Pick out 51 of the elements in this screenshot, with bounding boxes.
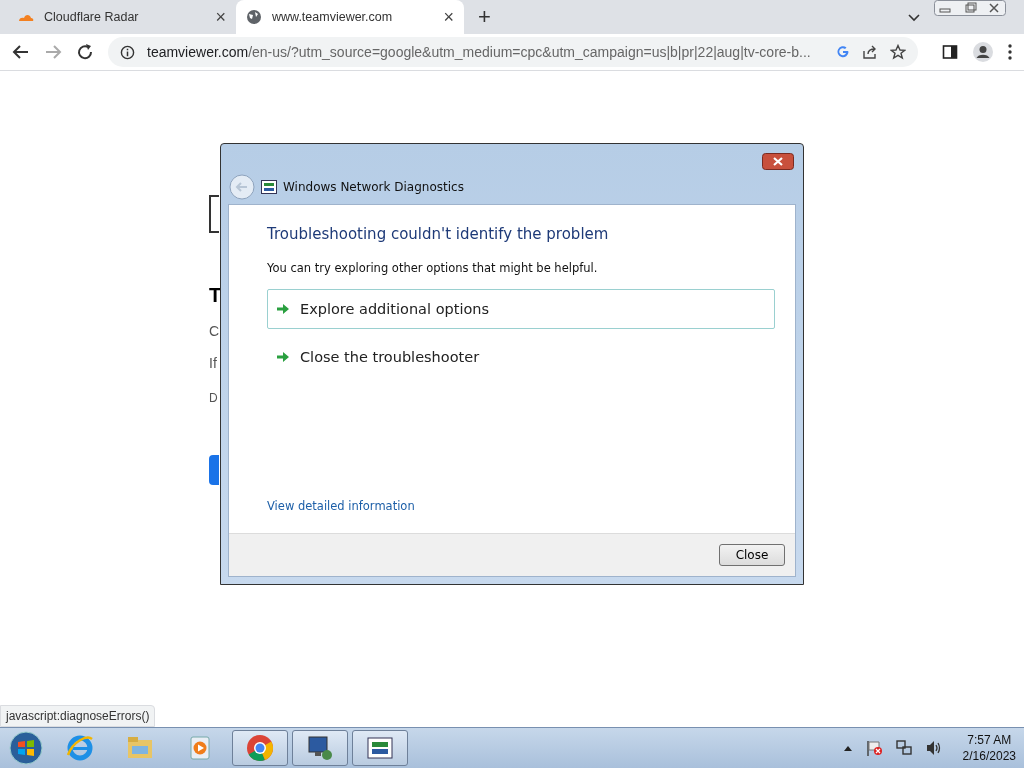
page-heading: T bbox=[209, 283, 221, 308]
close-tab-button[interactable]: × bbox=[443, 6, 454, 28]
info-icon bbox=[120, 44, 135, 60]
back-icon[interactable] bbox=[12, 43, 30, 61]
taskbar-app[interactable] bbox=[292, 730, 348, 766]
tab-title: Cloudflare Radar bbox=[44, 10, 140, 24]
chevron-down-icon[interactable] bbox=[908, 14, 920, 22]
start-button[interactable] bbox=[8, 730, 44, 766]
clock-date[interactable]: 2/16/2023 bbox=[962, 748, 1016, 764]
cloud-icon bbox=[18, 12, 34, 22]
show-hidden-icons[interactable] bbox=[842, 744, 853, 752]
dialog-heading: Troubleshooting couldn't identify the problem bbox=[267, 225, 610, 243]
page-text: D bbox=[209, 391, 219, 405]
new-tab-button[interactable]: + bbox=[478, 4, 491, 30]
page-text: C bbox=[209, 322, 221, 341]
reload-icon[interactable] bbox=[76, 43, 94, 61]
star-icon[interactable] bbox=[890, 44, 906, 60]
share-icon[interactable] bbox=[862, 44, 878, 60]
taskbar-app[interactable] bbox=[352, 730, 408, 766]
window-controls[interactable] bbox=[934, 0, 1006, 16]
flag-icon[interactable] bbox=[864, 739, 883, 757]
address-bar[interactable]: teamviewer.com/en-us/?utm_source=google&utm_medium=cpc&utm_campaign=us|b|pr|22|aug|tv-core-b... bbox=[108, 37, 918, 67]
taskbar-app[interactable] bbox=[232, 730, 288, 766]
clock-time[interactable]: 7:57 AM bbox=[967, 732, 1012, 748]
chrome-icon bbox=[245, 733, 275, 763]
arrow-icon bbox=[276, 303, 290, 315]
browser-tab[interactable]: www.teamviewer.com × bbox=[236, 0, 464, 34]
network-icon[interactable] bbox=[894, 739, 913, 757]
close-button[interactable]: Close bbox=[719, 544, 785, 566]
url-text: teamviewer.com/en-us/?utm_source=google&utm_medium=cpc&utm_campaign=us|b|pr|22|aug|tv-core-b... bbox=[147, 44, 812, 60]
option-link[interactable]: Close the troubleshooter bbox=[267, 337, 775, 377]
network-diagnostics-icon bbox=[261, 180, 277, 194]
option-link[interactable]: Explore additional options bbox=[267, 289, 775, 329]
speaker-icon[interactable] bbox=[924, 739, 943, 757]
google-icon[interactable] bbox=[836, 45, 850, 59]
tab-title: www.teamviewer.com bbox=[272, 10, 394, 24]
arrow-icon bbox=[276, 351, 290, 363]
details-link[interactable]: View detailed information bbox=[267, 499, 415, 513]
side-panel-icon[interactable] bbox=[942, 44, 958, 60]
browser-e-icon bbox=[65, 733, 95, 763]
page-text: If bbox=[209, 354, 218, 373]
dialog-message: You can try exploring other options that might be helpful. bbox=[267, 261, 599, 275]
close-tab-button[interactable]: × bbox=[215, 6, 226, 28]
status-bubble: javascript:diagnoseErrors() bbox=[0, 705, 156, 727]
close-icon[interactable] bbox=[762, 153, 794, 170]
menu-icon[interactable] bbox=[1008, 44, 1012, 60]
browser-tab[interactable]: Cloudflare Radar × bbox=[8, 0, 236, 34]
profile-icon[interactable] bbox=[972, 41, 994, 63]
dialog-title: Windows Network Diagnostics bbox=[283, 180, 464, 194]
monitor-icon bbox=[305, 733, 335, 763]
globe-icon bbox=[246, 9, 262, 25]
